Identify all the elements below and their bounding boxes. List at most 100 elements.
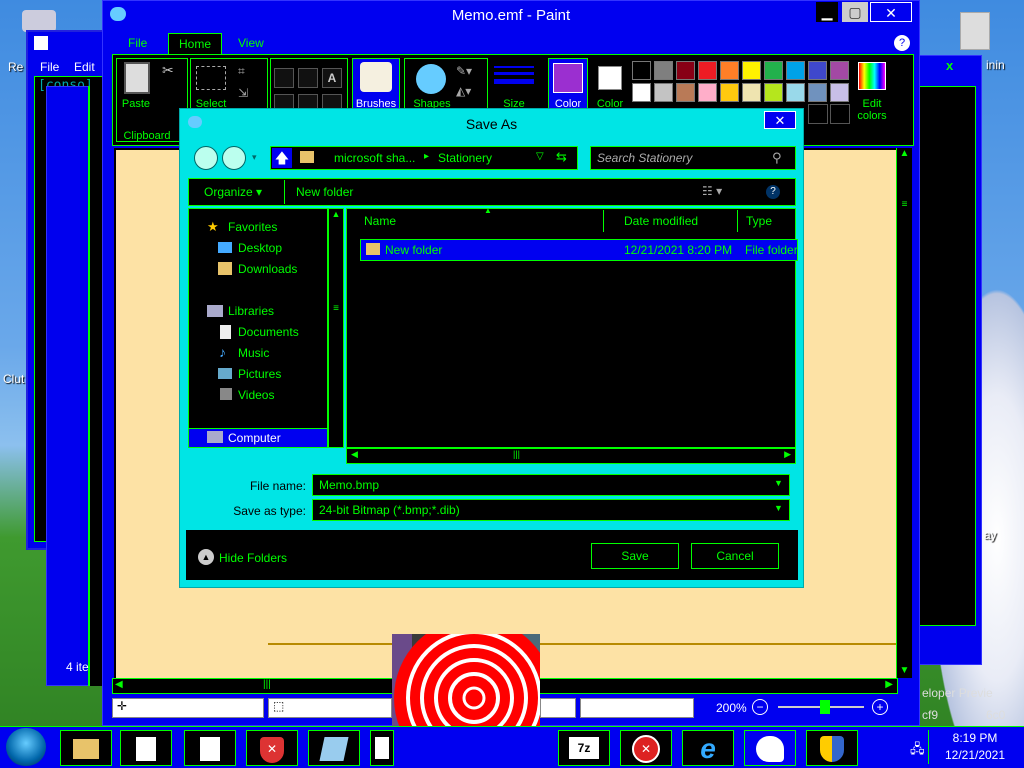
up-folder-button[interactable]: 🡅 bbox=[272, 148, 292, 168]
palette-swatch[interactable] bbox=[698, 61, 717, 80]
pencil-icon[interactable] bbox=[274, 68, 294, 88]
breadcrumb-current[interactable]: Stationery bbox=[438, 151, 492, 165]
palette-swatch[interactable] bbox=[676, 61, 695, 80]
tab-view[interactable]: View bbox=[228, 33, 274, 54]
taskbar-security[interactable]: ✕ bbox=[246, 730, 298, 766]
edit-colors-label[interactable]: Edit colors bbox=[850, 98, 894, 122]
taskbar-error-app[interactable]: ✕ bbox=[620, 730, 672, 766]
color2-swatch[interactable] bbox=[598, 66, 622, 90]
dialog-help-icon[interactable]: ? bbox=[766, 185, 780, 199]
new-folder-button[interactable]: New folder bbox=[296, 185, 353, 199]
taskbar-notepad[interactable] bbox=[308, 730, 360, 766]
palette-swatch[interactable] bbox=[808, 83, 827, 102]
shape-fill-icon[interactable]: ◭▾ bbox=[456, 84, 471, 98]
breadcrumb-item[interactable]: microsoft sha... bbox=[334, 151, 415, 165]
custom-color-slot-2[interactable] bbox=[830, 104, 850, 124]
network-icon[interactable]: 🖧 bbox=[910, 740, 925, 762]
close-button[interactable]: ✕ bbox=[870, 2, 912, 22]
console-menu-edit[interactable]: Edit bbox=[74, 60, 95, 74]
scroll-down-icon[interactable]: ▼ bbox=[897, 665, 912, 676]
palette-swatch[interactable] bbox=[676, 83, 695, 102]
nav-scroll-thumb[interactable]: ≡ bbox=[329, 303, 343, 314]
right-window-close[interactable]: x bbox=[946, 58, 953, 73]
palette-swatch[interactable] bbox=[698, 83, 717, 102]
custom-color-slot[interactable] bbox=[808, 104, 828, 124]
console-menu-file[interactable]: File bbox=[40, 60, 59, 74]
nav-scroll-up-icon[interactable]: ▲ bbox=[329, 209, 343, 219]
resize-icon[interactable]: ⇲ bbox=[238, 86, 248, 100]
nav-documents[interactable]: Documents bbox=[238, 322, 299, 342]
zoom-in-button[interactable]: + bbox=[872, 699, 888, 715]
text-tool-icon[interactable]: A bbox=[322, 68, 342, 88]
palette-swatch[interactable] bbox=[764, 83, 783, 102]
shapes-icon[interactable] bbox=[416, 64, 446, 94]
breadcrumb-separator-icon[interactable]: ▸ bbox=[424, 151, 429, 162]
palette-swatch[interactable] bbox=[786, 83, 805, 102]
nav-favorites[interactable]: Favorites bbox=[228, 217, 277, 237]
scroll-up-icon[interactable]: ▲ bbox=[897, 148, 912, 159]
palette-swatch[interactable] bbox=[632, 83, 651, 102]
desktop-file-icon[interactable] bbox=[960, 12, 990, 50]
nav-videos[interactable]: Videos bbox=[238, 385, 274, 405]
file-scroll-thumb[interactable]: ||| bbox=[513, 449, 520, 459]
save-type-dropdown-icon[interactable]: ▼ bbox=[774, 503, 783, 513]
zoom-slider-thumb[interactable] bbox=[820, 700, 830, 714]
hide-folders-button[interactable]: Hide Folders bbox=[219, 551, 287, 565]
tab-home[interactable]: Home bbox=[168, 33, 223, 54]
refresh-icon[interactable]: ⇆ bbox=[556, 149, 567, 165]
cut-icon[interactable]: ✂ bbox=[162, 62, 174, 79]
taskbar-document2[interactable] bbox=[184, 730, 236, 766]
taskbar-explorer[interactable] bbox=[60, 730, 112, 766]
back-button[interactable] bbox=[194, 146, 218, 170]
nav-downloads[interactable]: Downloads bbox=[238, 259, 297, 279]
paste-icon[interactable] bbox=[124, 62, 150, 94]
file-list-hscrollbar[interactable]: ◀ ||| ▶ bbox=[346, 448, 796, 464]
column-name[interactable]: Name bbox=[358, 210, 604, 232]
recent-dropdown-icon[interactable]: ▾ bbox=[252, 152, 257, 163]
dialog-close-button[interactable]: ✕ bbox=[764, 111, 796, 129]
palette-swatch[interactable] bbox=[742, 61, 761, 80]
column-date-modified[interactable]: Date modified bbox=[618, 210, 738, 232]
clock[interactable]: 8:19 PM 12/21/2021 bbox=[930, 730, 1020, 766]
file-name-cell[interactable]: New folder bbox=[385, 243, 442, 257]
color-palette[interactable] bbox=[632, 61, 852, 105]
maximize-button[interactable]: ▢ bbox=[842, 2, 868, 22]
cancel-button[interactable]: Cancel bbox=[691, 543, 779, 569]
save-button[interactable]: Save bbox=[591, 543, 679, 569]
scroll-right-icon[interactable]: ▶ bbox=[885, 679, 893, 690]
recycle-bin-icon[interactable] bbox=[22, 10, 56, 32]
nav-music[interactable]: Music bbox=[238, 343, 269, 363]
file-scroll-right-icon[interactable]: ▶ bbox=[784, 449, 791, 460]
palette-swatch[interactable] bbox=[720, 83, 739, 102]
zoom-out-button[interactable]: − bbox=[752, 699, 768, 715]
help-icon[interactable]: ? bbox=[894, 35, 910, 51]
nav-pictures[interactable]: Pictures bbox=[238, 364, 281, 384]
palette-swatch[interactable] bbox=[830, 83, 849, 102]
palette-swatch[interactable] bbox=[720, 61, 739, 80]
palette-swatch[interactable] bbox=[654, 83, 673, 102]
fill-icon[interactable] bbox=[298, 68, 318, 88]
paste-label[interactable]: Paste bbox=[118, 98, 154, 110]
hscroll-thumb[interactable]: ||| bbox=[263, 679, 271, 690]
nav-desktop[interactable]: Desktop bbox=[238, 238, 282, 258]
taskbar-uac[interactable] bbox=[806, 730, 858, 766]
search-icon[interactable]: ⚲ bbox=[772, 150, 782, 166]
taskbar-ie[interactable]: e bbox=[682, 730, 734, 766]
file-name-input[interactable]: Memo.bmp bbox=[312, 474, 790, 496]
outline-icon[interactable]: ✎▾ bbox=[456, 64, 472, 78]
file-name-dropdown-icon[interactable]: ▼ bbox=[774, 478, 783, 488]
organize-button[interactable]: Organize ▾ bbox=[204, 185, 262, 199]
taskbar-7zip[interactable]: 7z bbox=[558, 730, 610, 766]
minimize-button[interactable]: ▁ bbox=[816, 2, 838, 22]
column-type[interactable]: Type bbox=[740, 210, 796, 232]
palette-swatch[interactable] bbox=[764, 61, 783, 80]
edit-colors-icon[interactable] bbox=[858, 62, 886, 90]
palette-swatch[interactable] bbox=[808, 61, 827, 80]
palette-swatch[interactable] bbox=[786, 61, 805, 80]
view-options-icon[interactable]: ☷ ▾ bbox=[702, 184, 722, 198]
crop-icon[interactable]: ⌗ bbox=[238, 64, 245, 79]
palette-swatch[interactable] bbox=[742, 83, 761, 102]
save-type-select[interactable]: 24-bit Bitmap (*.bmp;*.dib) bbox=[312, 499, 790, 521]
palette-swatch[interactable] bbox=[632, 61, 651, 80]
select-icon[interactable] bbox=[196, 66, 226, 90]
